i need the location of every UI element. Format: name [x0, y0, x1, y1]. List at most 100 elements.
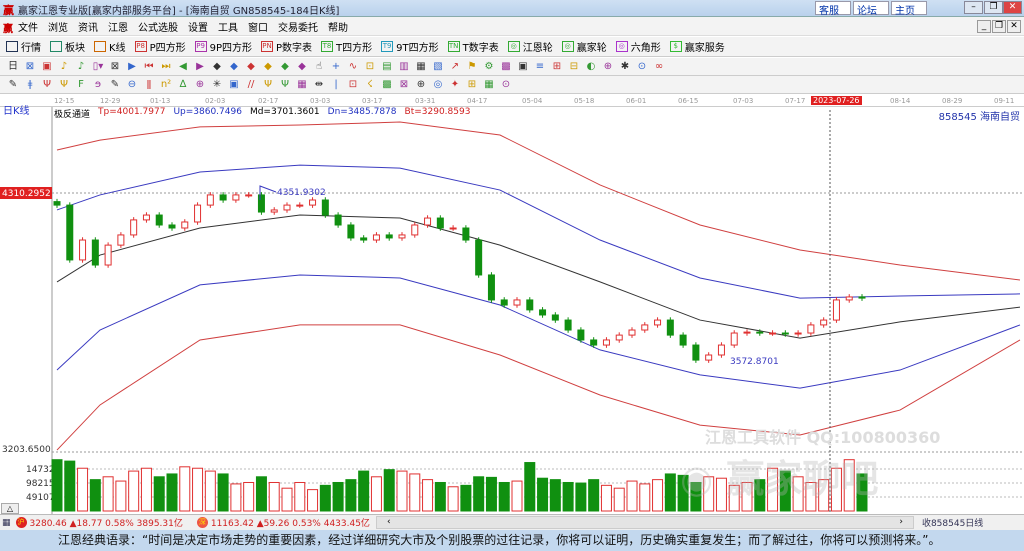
candle-body [539, 309, 547, 316]
candle-body [360, 237, 368, 241]
volume-bar [243, 481, 255, 512]
volume-bar [613, 487, 625, 512]
candle-body [398, 234, 406, 239]
candle-body [155, 214, 163, 226]
candle-body [769, 332, 777, 335]
sh-pct: 0.58% [105, 519, 134, 529]
sz-value: 11163.42 [210, 519, 254, 529]
candle-body [194, 204, 202, 223]
volume-bar [51, 459, 63, 512]
dn-value: Dn=3485.7878 [327, 107, 397, 117]
symbol-label: 858545 海南自贸 [938, 112, 1020, 123]
sh-index-icon: 沪 [15, 517, 27, 528]
volume-bar [652, 479, 664, 512]
candle-body [526, 299, 534, 311]
indicator-name: 极反通道 [54, 110, 91, 120]
md-value: Md=3701.3601 [249, 107, 320, 117]
up-value: Up=3860.7496 [173, 107, 242, 117]
candle-body [245, 194, 253, 197]
candle-body [181, 221, 189, 229]
candle-body [577, 329, 585, 341]
volume-bar [549, 479, 561, 512]
candle-body [53, 201, 61, 206]
candle-body [756, 331, 764, 334]
price-top-label: 4310.2952 [2, 189, 51, 199]
candle-body [309, 199, 317, 206]
volume-bar [358, 470, 370, 512]
candle-body [411, 224, 419, 236]
status-right: 收858545日线 [921, 519, 984, 529]
candle-body [615, 334, 623, 341]
candle-body [334, 214, 342, 226]
candle-body [666, 319, 674, 336]
candle-body [104, 244, 112, 266]
bt-value: Bt=3290.8593 [404, 107, 471, 117]
candle-body [219, 194, 227, 201]
candle-body [743, 331, 751, 334]
volume-bar [102, 476, 114, 512]
sh-amount: 3895.31亿 [136, 519, 183, 529]
candle-body [283, 204, 291, 211]
sh-change: ▲18.77 [69, 519, 103, 529]
candle-body [117, 234, 125, 246]
period-label: 日K线 [3, 106, 30, 117]
volume-bar [396, 470, 408, 512]
scroll-right-icon[interactable]: › [899, 517, 903, 528]
candle-body [168, 224, 176, 229]
sh-index-quote[interactable]: 3280.46 ▲18.77 0.58% 3895.31亿 [30, 516, 183, 529]
grid-icon[interactable]: ▦ [2, 518, 11, 528]
scroll-left-icon[interactable]: ‹ [387, 517, 391, 528]
watermark-text: 江恩工具软件 QQ:100800360 [705, 428, 941, 447]
candle-body [820, 319, 828, 326]
volume-bar [588, 479, 600, 512]
candle-body [449, 227, 457, 230]
volume-bar [166, 473, 178, 512]
candle-body [436, 217, 444, 229]
volume-bar [319, 484, 331, 512]
gann-quote: 江恩经典语录：“时间是决定市场走势的重要因素，经过详细研究大市及个别股票的过往记… [0, 530, 1024, 551]
candle-body [232, 194, 240, 201]
candle-body [513, 299, 521, 306]
volume-bar [639, 483, 651, 512]
candle-body [206, 194, 214, 206]
volume-bar [77, 467, 89, 512]
price-bottom-label: 3203.6500 [2, 445, 51, 455]
volume-bar [268, 481, 280, 512]
volume-bar [537, 477, 549, 512]
volume-bar [383, 469, 395, 512]
band-up [56, 164, 1021, 299]
candle-body [385, 234, 393, 239]
candle-body [475, 239, 483, 276]
volume-bar [115, 480, 127, 512]
volume-bar [434, 481, 446, 512]
volume-bar [89, 479, 101, 512]
watermark-logo: ◉ 赢家聊吧 [680, 457, 879, 501]
volume-bar [153, 476, 165, 512]
indicator-values: 极反通道 Tp=4001.7977 Up=3860.7496 Md=3701.3… [54, 107, 470, 120]
volume-bar [626, 480, 638, 512]
tp-value: Tp=4001.7977 [98, 107, 166, 117]
candle-body [321, 199, 329, 216]
volume-tick: 49107 [26, 493, 55, 503]
candle-body [705, 354, 713, 361]
sz-index-quote[interactable]: 11163.42 ▲59.26 0.53% 4433.45亿 [211, 516, 370, 529]
toggle-panel-button[interactable]: △ [1, 503, 19, 514]
candle-body [79, 239, 87, 261]
volume-bar [294, 481, 306, 512]
volume-bar [600, 484, 612, 512]
candle-body [794, 332, 802, 335]
candle-body [679, 334, 687, 346]
sz-pct: 0.53% [292, 519, 321, 529]
sz-change: ▲59.26 [256, 519, 290, 529]
candle-body [807, 324, 815, 334]
candle-body [91, 239, 99, 266]
candle-body [500, 299, 508, 306]
candle-body [832, 299, 840, 321]
volume-bar [128, 470, 140, 512]
volume-bar [307, 489, 319, 512]
volume-bar [498, 481, 510, 512]
volume-bar [473, 476, 485, 512]
horizontal-scrollbar[interactable]: ‹ › [375, 516, 914, 529]
volume-bar [485, 476, 497, 512]
band-tp [56, 121, 1021, 281]
